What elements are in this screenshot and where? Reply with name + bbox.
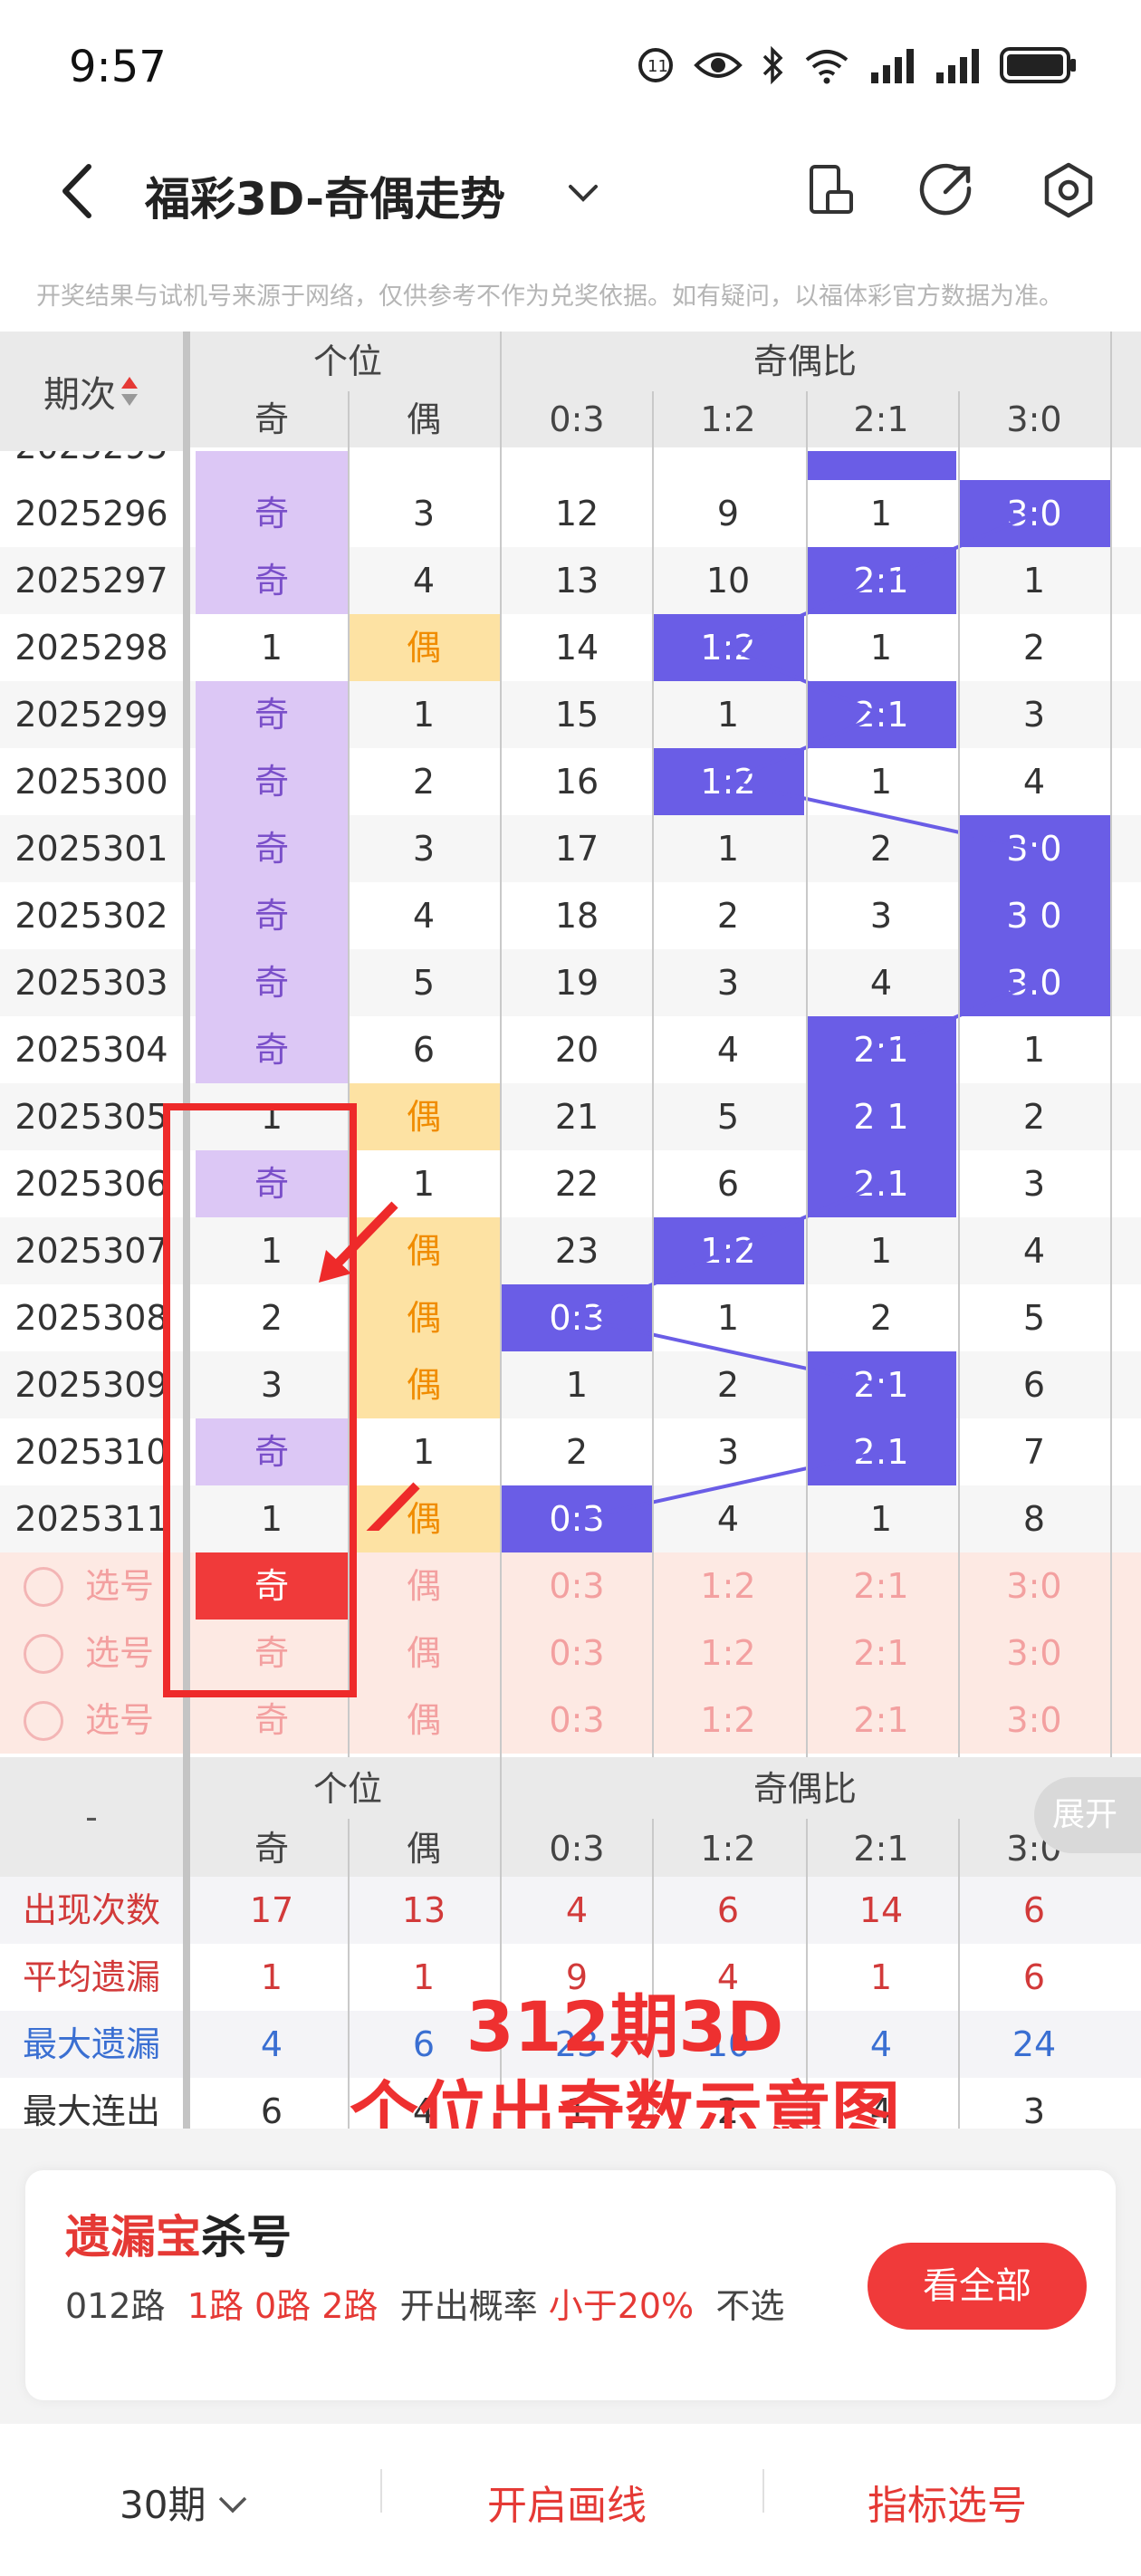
sort-icon[interactable] <box>120 373 139 409</box>
rotate-screen-icon[interactable] <box>801 161 858 219</box>
trend-line <box>727 1182 882 1253</box>
col-header: 2:1 <box>853 399 909 439</box>
period-select-label: 30期 <box>120 2483 206 2527</box>
trend-line <box>576 1450 882 1521</box>
promo-brand-suffix: 杀号 <box>201 2211 292 2264</box>
stats-label: 平均遗漏 <box>22 1957 160 1997</box>
group-header-units: 个位 <box>312 341 382 381</box>
grid-line <box>500 332 502 1757</box>
bottom-toolbar: 30期 开启画线 指标选号 <box>0 2424 1141 2576</box>
annotation-arrow-top <box>331 1201 398 1270</box>
period-header-label: 期次 <box>43 374 116 416</box>
stats-col-header: 0:3 <box>549 1829 605 1869</box>
stats-group-units: 个位 <box>312 1769 382 1809</box>
annotation-arrow-bottom <box>366 1482 420 1531</box>
grid-line <box>958 391 960 1757</box>
stats-value: 6 <box>1022 1957 1046 1997</box>
stats-col-header: 1:2 <box>700 1829 756 1869</box>
disclaimer-text: 开奖结果与试机号来源于网络，仅供参考不作为兑奖依据。如有疑问，以福体彩官方数据为… <box>36 283 1063 311</box>
app-header: 福彩3D-奇偶走势 <box>0 136 1141 254</box>
caption-line-1: 312期3D <box>465 1986 784 2067</box>
stats-row: 出现次数 17 13 4 6 14 6 <box>0 1877 1141 1944</box>
promo-text-end: 不选 <box>715 2286 785 2326</box>
stats-group-ratio: 奇偶比 <box>753 1769 857 1809</box>
stats-value: 6 <box>716 1890 740 1930</box>
trend-line <box>727 713 882 783</box>
stats-label: 出现次数 <box>22 1890 160 1930</box>
wifi-icon <box>805 50 849 84</box>
grid-line <box>652 391 654 1757</box>
draw-lines-button[interactable]: 开启画线 <box>487 2473 647 2531</box>
promo-routes: 1路 0路 2路 <box>187 2286 379 2326</box>
trend-line <box>576 1316 882 1387</box>
svg-text:11: 11 <box>647 57 668 76</box>
group-header-ratio: 奇偶比 <box>753 341 857 381</box>
stats-col-header: 奇 <box>254 1829 289 1869</box>
bluetooth-icon <box>762 45 783 85</box>
battery-icon <box>1000 47 1076 83</box>
stats-value: 14 <box>858 1890 904 1930</box>
annotation-arrows <box>319 1201 420 1531</box>
trend-line <box>727 780 1035 851</box>
period-header[interactable]: 期次 <box>0 332 183 451</box>
promo-text-prefix: 012路 <box>65 2286 166 2326</box>
stats-value: 13 <box>401 1890 446 1930</box>
settings-icon[interactable] <box>1040 161 1098 219</box>
col-header: 0:3 <box>549 399 605 439</box>
page-title[interactable]: 福彩3D-奇偶走势 <box>145 163 505 228</box>
footer-divider <box>380 2469 382 2513</box>
promo-brand: 遗漏宝 <box>65 2211 201 2264</box>
alarm-icon: 11 <box>638 48 673 82</box>
col-header: 1:2 <box>700 399 756 439</box>
promo-text-mid: 开出概率 <box>399 2286 538 2326</box>
footer-divider <box>762 2469 764 2513</box>
stats-value: 17 <box>249 1890 294 1930</box>
stats-dash: - <box>85 1797 98 1837</box>
col-header: 3:0 <box>1006 399 1062 439</box>
clock: 9:57 <box>69 42 167 92</box>
trend-line <box>727 646 882 716</box>
indicator-pick-button[interactable]: 指标选号 <box>868 2473 1027 2531</box>
expand-button[interactable]: 展开 <box>1034 1777 1141 1853</box>
promo-title: 遗漏宝杀号 <box>65 2201 292 2266</box>
promo-prob: 小于20% <box>548 2286 695 2326</box>
col-header: 奇 <box>254 399 289 439</box>
status-bar: 9:57 11 <box>0 0 1141 136</box>
eye-icon <box>694 53 743 78</box>
stats-col-header: 2:1 <box>853 1829 909 1869</box>
period-select[interactable]: 30期 <box>120 2475 251 2530</box>
chevron-down-icon <box>219 2496 247 2514</box>
status-icons: 11 <box>636 45 1078 85</box>
stats-label: 最大遗漏 <box>22 2024 160 2064</box>
grid-line <box>958 1819 960 2145</box>
stats-value: 4 <box>565 1890 589 1930</box>
chevron-down-icon[interactable] <box>565 174 601 210</box>
grid-line <box>183 1757 190 2145</box>
stats-col-header: 偶 <box>406 1829 441 1869</box>
trend-line <box>727 579 882 649</box>
signal-icon-2 <box>936 49 979 83</box>
stats-value: 24 <box>1012 2024 1057 2064</box>
share-icon[interactable] <box>916 161 974 219</box>
col-header: 偶 <box>406 399 441 439</box>
grid-line <box>1110 332 1112 1757</box>
view-all-button[interactable]: 看全部 <box>868 2243 1087 2330</box>
signal-icon <box>871 49 914 83</box>
back-arrow-icon[interactable] <box>53 159 107 223</box>
promo-text: 012路 1路 0路 2路 开出概率 小于20% 不选 <box>65 2279 862 2333</box>
stats-value: 6 <box>1022 1890 1046 1930</box>
grid-line <box>806 391 808 1757</box>
promo-card: 遗漏宝杀号 012路 1路 0路 2路 开出概率 小于20% 不选 看全部 <box>25 2170 1116 2400</box>
